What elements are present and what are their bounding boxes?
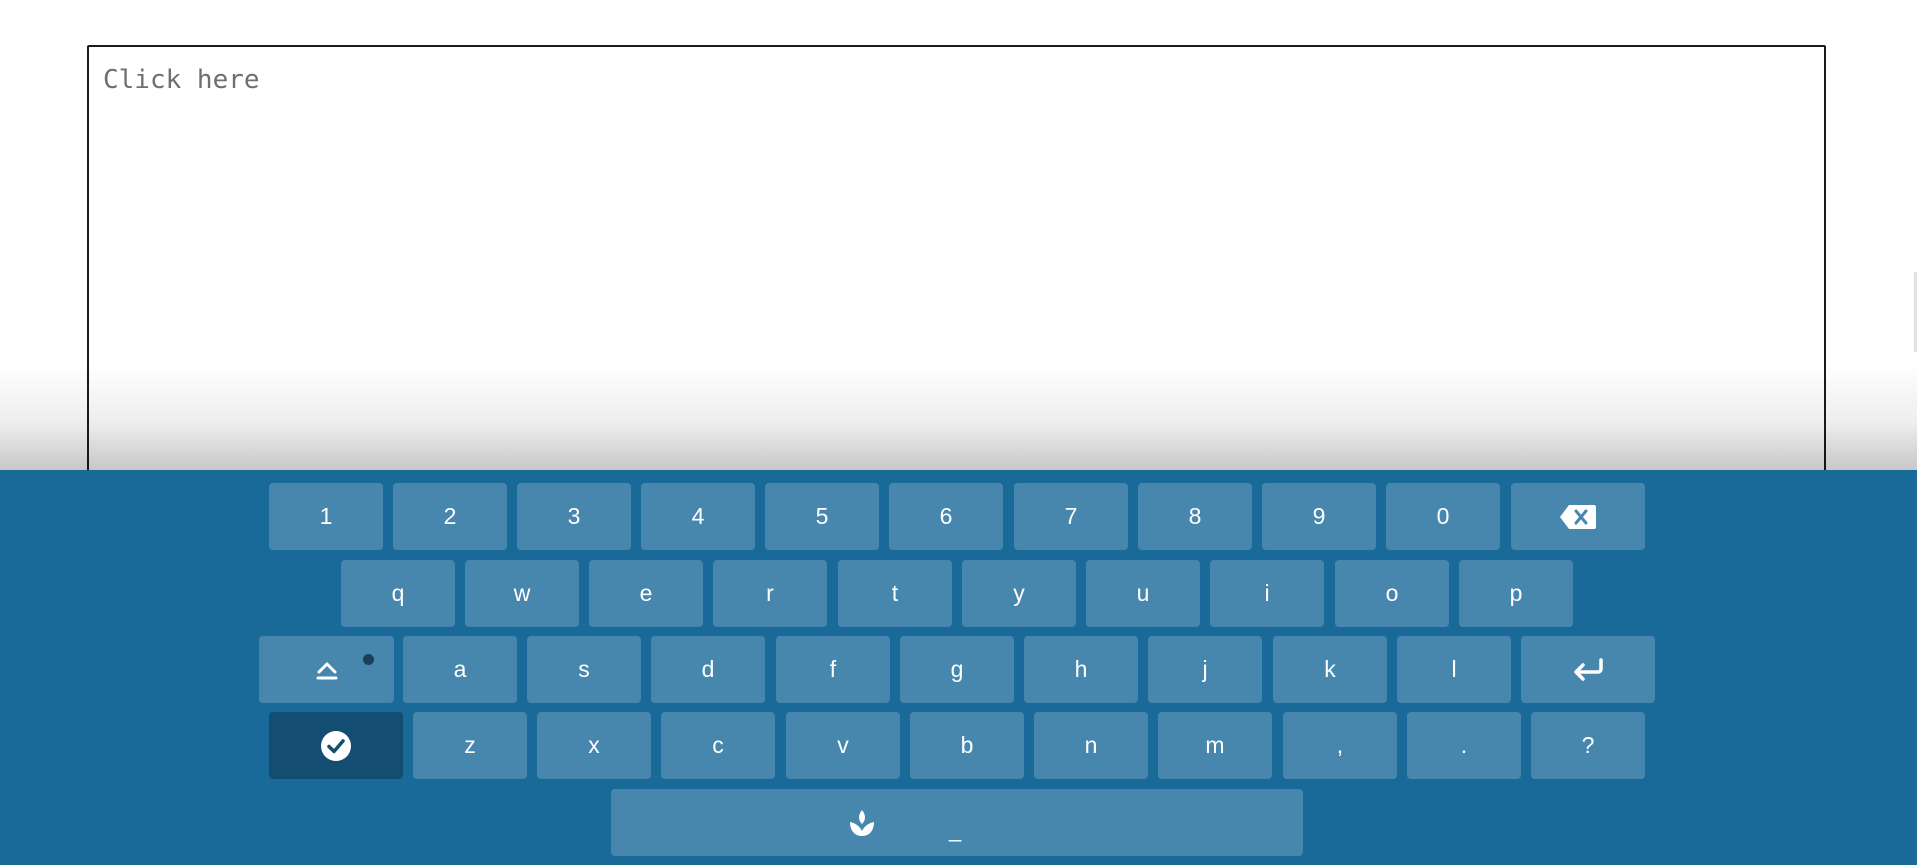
key-8[interactable]: 8	[1138, 483, 1252, 550]
key-1[interactable]: 1	[269, 483, 383, 550]
enter-key[interactable]	[1521, 636, 1655, 703]
key-q[interactable]: q	[341, 560, 455, 627]
key-n[interactable]: n	[1034, 712, 1148, 779]
key-l[interactable]: l	[1397, 636, 1511, 703]
key-2[interactable]: 2	[393, 483, 507, 550]
shift-indicator-dot	[363, 654, 374, 665]
key-x[interactable]: x	[537, 712, 651, 779]
key-c[interactable]: c	[661, 712, 775, 779]
key-h[interactable]: h	[1024, 636, 1138, 703]
key-w[interactable]: w	[465, 560, 579, 627]
shift-key[interactable]	[259, 636, 394, 703]
key-r[interactable]: r	[713, 560, 827, 627]
key-j[interactable]: j	[1148, 636, 1262, 703]
checkmark-icon	[320, 730, 352, 762]
key-5[interactable]: 5	[765, 483, 879, 550]
key-a[interactable]: a	[403, 636, 517, 703]
enter-icon	[1571, 657, 1605, 683]
key-question[interactable]: ?	[1531, 712, 1645, 779]
lotus-icon	[846, 807, 878, 839]
key-v[interactable]: v	[786, 712, 900, 779]
key-m[interactable]: m	[1158, 712, 1272, 779]
space-label: _	[949, 817, 962, 842]
key-u[interactable]: u	[1086, 560, 1200, 627]
key-t[interactable]: t	[838, 560, 952, 627]
key-comma[interactable]: ,	[1283, 712, 1397, 779]
key-7[interactable]: 7	[1014, 483, 1128, 550]
key-f[interactable]: f	[776, 636, 890, 703]
text-area-container	[87, 45, 1826, 485]
key-b[interactable]: b	[910, 712, 1024, 779]
key-0[interactable]: 0	[1386, 483, 1500, 550]
key-g[interactable]: g	[900, 636, 1014, 703]
key-4[interactable]: 4	[641, 483, 755, 550]
key-s[interactable]: s	[527, 636, 641, 703]
key-y[interactable]: y	[962, 560, 1076, 627]
text-input-area[interactable]	[89, 47, 1824, 483]
shift-icon	[316, 659, 338, 681]
backspace-icon	[1559, 504, 1597, 530]
key-p[interactable]: p	[1459, 560, 1573, 627]
key-z[interactable]: z	[413, 712, 527, 779]
done-key[interactable]	[269, 712, 403, 779]
key-k[interactable]: k	[1273, 636, 1387, 703]
key-period[interactable]: .	[1407, 712, 1521, 779]
key-i[interactable]: i	[1210, 560, 1324, 627]
backspace-key[interactable]	[1511, 483, 1645, 550]
key-d[interactable]: d	[651, 636, 765, 703]
key-o[interactable]: o	[1335, 560, 1449, 627]
key-6[interactable]: 6	[889, 483, 1003, 550]
virtual-keyboard: 1 2 3 4 5 6 7 8 9 0 q w e r t y u i o p …	[0, 470, 1917, 865]
key-e[interactable]: e	[589, 560, 703, 627]
key-9[interactable]: 9	[1262, 483, 1376, 550]
key-3[interactable]: 3	[517, 483, 631, 550]
space-key[interactable]: _	[611, 789, 1303, 856]
